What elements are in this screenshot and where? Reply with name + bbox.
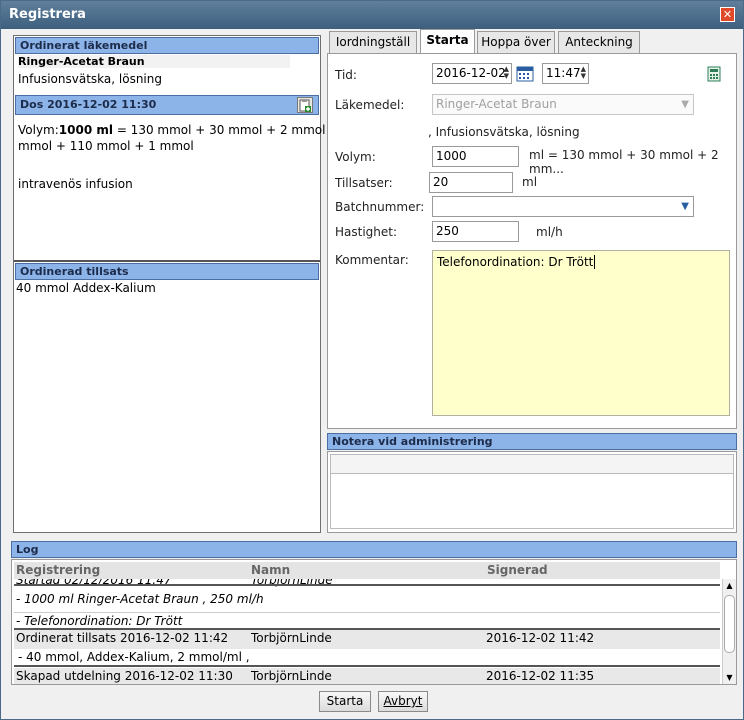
log-col-namn[interactable]: Namn	[251, 563, 290, 577]
log-sign: 2016-12-02 11:35	[486, 669, 595, 683]
calculator-icon[interactable]	[707, 66, 721, 82]
divider	[14, 260, 320, 262]
log-reg: Skapad utdelning 2016-12-02 11:30	[16, 669, 233, 683]
ordinerat-header: Ordinerat läkemedel	[15, 37, 319, 54]
log-namn: TorbjörnLinde	[251, 669, 332, 683]
notera-table-body	[330, 474, 734, 529]
volym-rest: = 130 mmol + 30 mmol + 2 mmol + 4	[113, 123, 351, 137]
batch-select[interactable]: ▼	[432, 196, 694, 217]
date-field[interactable]: 2016-12-02 ▲ ▼	[432, 63, 512, 84]
close-icon[interactable]: ✕	[720, 7, 735, 22]
title-bar: Registrera ✕	[1, 1, 743, 29]
window-title: Registrera	[9, 7, 86, 22]
scroll-up-icon[interactable]: ▲	[724, 580, 735, 591]
kommentar-textarea[interactable]: Telefonordination: Dr Trött	[432, 250, 730, 416]
log-scrollbar[interactable]: ▲ ▼	[722, 579, 736, 684]
avbryt-button[interactable]: Avbryt	[378, 691, 428, 712]
calendar-icon[interactable]	[516, 65, 534, 82]
lakemedel-value: Ringer-Acetat Braun	[436, 97, 557, 111]
tillsatser-label: Tillsatser:	[335, 176, 393, 190]
lakemedel-label: Läkemedel:	[335, 98, 405, 112]
log-reg: - 1000 ml Ringer-Acetat Braun , 250 ml/h	[16, 592, 264, 606]
dos-header: Dos 2016-12-02 11:30	[15, 95, 319, 115]
kommentar-label: Kommentar:	[335, 253, 409, 267]
scroll-thumb[interactable]	[724, 595, 735, 653]
chevron-down-icon: ▼	[681, 201, 689, 212]
log-col-registrering[interactable]: Registrering	[16, 563, 100, 577]
volym-line-2: mmol + 110 mmol + 1 mmol	[18, 139, 194, 153]
time-spinner-icon[interactable]: ▲ ▼	[581, 66, 586, 80]
date-value: 2016-12-02	[436, 66, 506, 80]
volym-unit: ml = 130 mmol + 30 mmol + 2 mm...	[529, 148, 719, 176]
time-field[interactable]: 11:47 ▲ ▼	[542, 63, 589, 84]
log-row[interactable]: Ordinerat tillsats 2016-12-02 11:42 Torb…	[14, 630, 720, 649]
tab-hoppa-over[interactable]: Hoppa över	[477, 31, 555, 53]
log-reg: - 40 mmol, Addex-Kalium, 2 mmol/ml ,	[18, 650, 250, 664]
drug-name: Ringer-Acetat Braun	[18, 55, 290, 68]
starta-button[interactable]: Starta	[319, 691, 371, 712]
notera-header: Notera vid administrering	[327, 433, 737, 450]
lakemedel-select[interactable]: Ringer-Acetat Braun ▼	[432, 94, 694, 115]
log-sign: 2016-12-02 11:42	[486, 631, 595, 645]
volym-bold: 1000 ml	[58, 123, 113, 137]
log-rows: Startad 02/12/2016 11:47 TorbjörnLinde -…	[14, 579, 720, 684]
notera-table-header	[330, 454, 734, 474]
hastighet-input[interactable]: 250	[432, 221, 519, 242]
tillsats-value: 40 mmol Addex-Kalium	[16, 281, 156, 295]
log-reg: Ordinerat tillsats 2016-12-02 11:42	[16, 631, 229, 645]
tab-anteckning[interactable]: Anteckning	[558, 31, 640, 53]
log-row[interactable]: Skapad utdelning 2016-12-02 11:30 Torbjö…	[14, 668, 720, 684]
volym-line-1: Volym:1000 ml = 130 mmol + 30 mmol + 2 m…	[18, 123, 351, 137]
volym-input[interactable]: 1000	[432, 146, 519, 167]
tillsatser-input[interactable]: 20	[429, 172, 513, 193]
starta-form: Tid: 2016-12-02 ▲ ▼ 11:47 ▲ ▼ Läkemedel: R…	[327, 53, 737, 429]
log-columns: Registrering Namn Signerad	[14, 562, 720, 579]
batch-label: Batchnummer:	[335, 200, 425, 214]
log-reg: - Telefonordination: Dr Trött	[16, 614, 183, 628]
left-panel: Ordinerat läkemedel Ringer-Acetat Braun …	[13, 35, 351, 533]
drug-form: Infusionsvätska, lösning	[18, 72, 162, 86]
log-panel: Registrering Namn Signerad Startad 02/12…	[11, 559, 737, 685]
tab-iordningstall[interactable]: Iordningställ	[329, 31, 417, 53]
log-separator	[14, 584, 720, 586]
tid-label: Tid:	[335, 68, 357, 82]
scroll-down-icon[interactable]: ▼	[724, 672, 735, 683]
date-spinner-icon[interactable]: ▲ ▼	[504, 66, 509, 80]
kommentar-value: Telefonordination: Dr Trött	[437, 255, 594, 269]
log-col-signerad[interactable]: Signerad	[487, 563, 548, 577]
time-value: 11:47	[546, 66, 581, 80]
text-cursor	[594, 255, 596, 269]
notera-panel	[327, 451, 737, 533]
lakemedel-form: , Infusionsvätska, lösning	[428, 125, 580, 139]
clipboard-add-icon[interactable]	[297, 97, 313, 113]
route-text: intravenös infusion	[18, 177, 133, 191]
registrera-dialog: Registrera ✕ Ordinerat läkemedel Ringer-…	[0, 0, 744, 720]
log-namn: TorbjörnLinde	[251, 631, 332, 645]
tab-starta[interactable]: Starta	[420, 29, 475, 54]
volym-label: Volym:	[335, 150, 376, 164]
volym-prefix: Volym:	[18, 123, 59, 137]
log-row[interactable]: - 1000 ml Ringer-Acetat Braun , 250 ml/h	[14, 591, 720, 610]
log-header: Log	[11, 541, 737, 558]
dos-header-text: Dos 2016-12-02 11:30	[20, 98, 157, 111]
chevron-down-icon: ▼	[681, 99, 689, 110]
tillsats-header: Ordinerad tillsats	[15, 263, 319, 280]
hastighet-unit: ml/h	[536, 225, 563, 239]
hastighet-label: Hastighet:	[335, 225, 398, 239]
log-separator	[14, 665, 720, 667]
tillsatser-unit: ml	[522, 175, 538, 189]
